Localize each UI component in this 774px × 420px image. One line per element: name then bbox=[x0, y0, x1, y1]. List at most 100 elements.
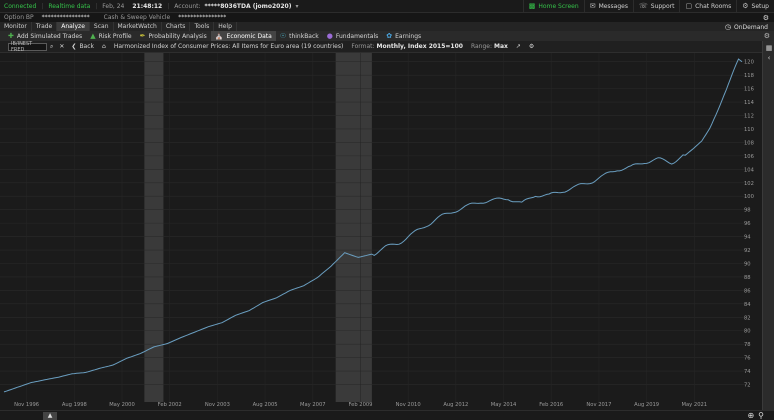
y-tick-label: 72 bbox=[744, 383, 751, 389]
gear-icon[interactable]: ⚙ bbox=[759, 14, 774, 22]
y-tick-label: 96 bbox=[744, 221, 751, 227]
share-icon[interactable]: ↗ bbox=[512, 43, 525, 50]
zoom-in-icon[interactable]: ⊕ bbox=[747, 411, 754, 420]
tab-scan[interactable]: Scan bbox=[90, 22, 114, 31]
setup-button[interactable]: ⚙ Setup bbox=[736, 0, 774, 13]
x-tick-label: Nov 2010 bbox=[396, 402, 421, 408]
y-tick-label: 94 bbox=[744, 235, 751, 241]
support-button[interactable]: ☏ Support bbox=[633, 0, 679, 13]
realtime-status: Realtime data bbox=[48, 2, 91, 10]
x-tick-label: Feb 2016 bbox=[539, 402, 563, 408]
x-tick-label: Aug 2019 bbox=[634, 402, 659, 408]
account-label: Account: bbox=[174, 2, 201, 10]
y-tick-label: 76 bbox=[744, 356, 751, 362]
y-tick-label: 92 bbox=[744, 248, 751, 254]
messages-button[interactable]: ✉ Messages bbox=[583, 0, 633, 13]
series-title: Harmonized Index of Consumer Prices: All… bbox=[113, 43, 344, 50]
y-tick-label: 112 bbox=[744, 114, 754, 120]
x-tick-label: May 2021 bbox=[682, 402, 708, 408]
tab-marketwatch[interactable]: MarketWatch bbox=[114, 22, 162, 31]
y-tick-label: 114 bbox=[744, 100, 755, 106]
format-selector[interactable]: Format: Monthly, Index 2015=100 bbox=[347, 43, 467, 50]
setup-icon: ⚙ bbox=[742, 2, 749, 10]
y-tick-label: 104 bbox=[744, 167, 755, 173]
bottom-bar: ▲ ⊕ ⚲ bbox=[0, 410, 774, 420]
subtab-earnings[interactable]: ✿ Earnings bbox=[382, 31, 425, 41]
x-tick-label: Nov 2017 bbox=[586, 402, 611, 408]
subtab-economic-data[interactable]: ⛪ Economic Data bbox=[210, 31, 276, 41]
chat-rooms-button[interactable]: ▢ Chat Rooms bbox=[679, 0, 736, 13]
y-tick-label: 78 bbox=[744, 342, 751, 348]
back-arrow-icon: ❮ bbox=[71, 43, 77, 50]
x-tick-label: May 2007 bbox=[300, 402, 326, 408]
chart-settings-icon[interactable]: ⚙ bbox=[525, 43, 538, 50]
subtab-probability-analysis[interactable]: ✒ Probability Analysis bbox=[136, 31, 211, 41]
account-selector[interactable]: *****8036TDA (jomo2020) bbox=[205, 0, 296, 13]
chart-toolbar: IB/INEST FRED ⌕ ✕ ❮ Back ⌂ Harmonized Ind… bbox=[0, 41, 774, 53]
tab-help[interactable]: Help bbox=[214, 22, 237, 31]
y-tick-label: 116 bbox=[744, 87, 754, 93]
date-label: Feb, 24 bbox=[102, 2, 125, 10]
expand-icon[interactable]: ▦ bbox=[765, 44, 773, 52]
fundamentals-icon: ● bbox=[326, 32, 333, 40]
y-tick-label: 106 bbox=[744, 154, 754, 160]
ondemand-button[interactable]: ◷ OnDemand bbox=[725, 23, 774, 31]
option-bp-value: **************** bbox=[41, 14, 90, 21]
option-bp-label: Option BP bbox=[4, 14, 34, 21]
y-tick-label: 82 bbox=[744, 315, 751, 321]
top-right-actions: ▩ Home Screen ✉ Messages ☏ Support ▢ Chat Ro… bbox=[522, 0, 774, 13]
tab-charts[interactable]: Charts bbox=[162, 22, 191, 31]
y-tick-label: 110 bbox=[744, 127, 754, 133]
x-tick-label: Feb 2009 bbox=[348, 402, 372, 408]
tab-monitor[interactable]: Monitor bbox=[0, 22, 32, 31]
top-status-bar: Connected | Realtime data | Feb, 24 21:4… bbox=[0, 0, 774, 13]
y-tick-label: 86 bbox=[744, 288, 751, 294]
range-selector[interactable]: Range: Max bbox=[467, 43, 512, 50]
x-tick-label: Nov 2003 bbox=[205, 402, 230, 408]
x-tick-label: May 2014 bbox=[491, 402, 517, 408]
chat-icon: ▢ bbox=[685, 2, 693, 10]
account-dropdown-icon[interactable]: ▾ bbox=[295, 0, 302, 13]
y-tick-label: 74 bbox=[744, 369, 751, 375]
tab-analyze[interactable]: Analyze bbox=[57, 22, 90, 31]
tab-trade[interactable]: Trade bbox=[32, 22, 58, 31]
price-chart[interactable]: 72 74 76 78 80 82 84 86 88 90 92 94 96 98 100 102 104 106… bbox=[0, 53, 762, 410]
home-screen-button[interactable]: ▩ Home Screen bbox=[522, 0, 584, 13]
y-tick-label: 80 bbox=[744, 329, 751, 335]
subtab-risk-profile[interactable]: ▲ Risk Profile bbox=[86, 31, 135, 41]
support-icon: ☏ bbox=[639, 2, 648, 10]
x-tick-label: May 2000 bbox=[109, 402, 135, 408]
x-tick-label: Aug 2005 bbox=[253, 402, 278, 408]
subtab-fundamentals[interactable]: ● Fundamentals bbox=[323, 31, 382, 41]
messages-icon: ✉ bbox=[589, 2, 596, 10]
subtab-thinkback[interactable]: ☉ thinkBack bbox=[276, 31, 323, 41]
y-tick-label: 88 bbox=[744, 275, 751, 281]
zoom-out-icon[interactable]: ⚲ bbox=[758, 411, 764, 420]
symbol-input[interactable]: IB/INEST FRED bbox=[8, 41, 47, 53]
risk-icon: ▲ bbox=[90, 32, 96, 40]
y-tick-label: 100 bbox=[744, 194, 754, 200]
y-tick-label: 118 bbox=[744, 73, 754, 79]
subtab-add-simulated-trades[interactable]: ✚ Add Simulated Trades bbox=[4, 31, 86, 41]
y-tick-label: 120 bbox=[744, 60, 754, 66]
y-tick-label: 90 bbox=[744, 261, 751, 267]
tab-tools[interactable]: Tools bbox=[190, 22, 215, 31]
series-line bbox=[3, 58, 743, 393]
x-tick-label: Feb 2002 bbox=[158, 402, 182, 408]
back-button[interactable]: ❮ Back bbox=[67, 43, 98, 50]
home-icon[interactable]: ⌂ bbox=[98, 43, 110, 50]
collapse-icon[interactable]: ▲ bbox=[43, 412, 57, 420]
symbol-search-icon[interactable]: ⌕ bbox=[47, 43, 56, 51]
x-tick-label: Aug 1998 bbox=[62, 402, 87, 408]
cash-sweep-label: Cash & Sweep Vehicle bbox=[103, 14, 171, 21]
x-tick-label: Aug 2012 bbox=[443, 402, 468, 408]
main-tabs: Monitor Trade Analyze Scan MarketWatch C… bbox=[0, 22, 774, 31]
bank-icon: ⛪ bbox=[214, 32, 224, 40]
zoom-controls: ⊕ ⚲ bbox=[747, 411, 764, 420]
collapse-side-icon[interactable]: ‹ bbox=[765, 54, 773, 62]
settings-icon[interactable]: ⚙ bbox=[764, 32, 774, 40]
y-tick-label: 102 bbox=[744, 181, 754, 187]
close-icon[interactable]: ✕ bbox=[56, 43, 67, 50]
x-tick-label: Nov 1996 bbox=[14, 402, 39, 408]
y-tick-label: 108 bbox=[744, 140, 754, 146]
